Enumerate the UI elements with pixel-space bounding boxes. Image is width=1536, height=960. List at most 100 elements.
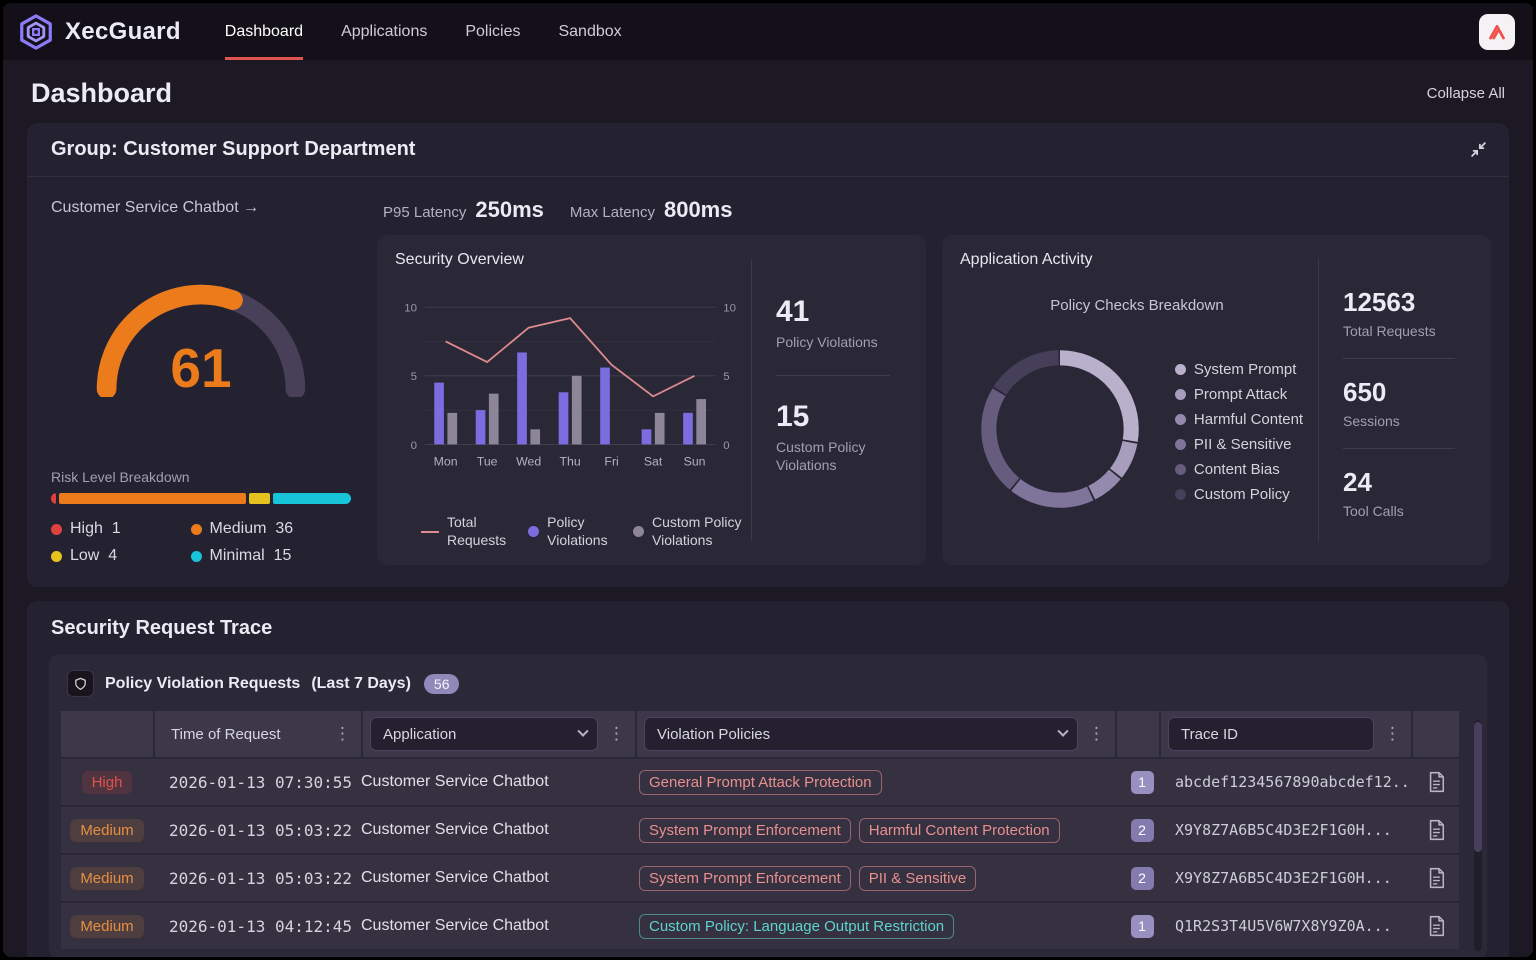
severity-badge: Medium (70, 819, 143, 842)
table-scrollbar (1474, 720, 1482, 951)
risk-gauge: 61 (83, 269, 319, 402)
collapse-all-button[interactable]: Collapse All (1427, 85, 1505, 102)
svg-text:10: 10 (404, 303, 417, 315)
legend-item: Total Requests (421, 514, 506, 549)
header-trace-id: Trace ID ⋮ (1161, 711, 1411, 757)
account-logo-icon (1484, 19, 1510, 45)
policy-chip: Custom Policy: Language Output Restricti… (639, 914, 954, 939)
header-policies: Violation Policies ⋮ (637, 711, 1115, 757)
policy-chip: System Prompt Enforcement (639, 866, 851, 891)
nav-item-policies[interactable]: Policies (465, 3, 520, 60)
policy-checks-donut (971, 340, 1149, 523)
document-icon[interactable] (1427, 819, 1446, 841)
document-icon[interactable] (1427, 915, 1446, 937)
arrow-right-icon: → (243, 199, 259, 216)
header-actions-cell (1413, 711, 1459, 757)
app-frame: XecGuard Dashboard Applications Policies Sa… (3, 3, 1533, 957)
trace-section-title: Security Request Trace (49, 617, 1487, 640)
donut-legend-item: Content Bias (1175, 461, 1303, 478)
policies-filter-select[interactable]: Violation Policies (644, 717, 1078, 751)
policies-cell: System Prompt Enforcement PII & Sensitive (631, 866, 1121, 891)
policies-menu-icon[interactable]: ⋮ (1078, 724, 1115, 744)
security-overview-chart: 00551010MonTueWedThuFriSatSun (395, 273, 747, 512)
policy-chip: System Prompt Enforcement (639, 818, 851, 843)
header-count-cell (1117, 711, 1159, 757)
violation-count-badge: 2 (1131, 819, 1154, 842)
application-cell: Customer Service Chatbot (359, 821, 631, 839)
table-row[interactable]: Medium 2026-01-13 04:12:45 Customer Serv… (61, 903, 1459, 949)
violations-stats: 41Policy Violations15Custom Policy Viola… (756, 251, 908, 549)
account-avatar[interactable] (1479, 14, 1515, 50)
violation-count-badge: 1 (1131, 915, 1154, 938)
legend-item: Policy Violations (528, 514, 611, 549)
risk-legend-item: Minimal 15 (191, 547, 351, 565)
application-cell: Customer Service Chatbot (359, 917, 631, 935)
nav-item-dashboard[interactable]: Dashboard (225, 3, 303, 60)
application-activity-card: Application Activity Policy Checks Break… (942, 235, 1491, 565)
scrollbar-thumb[interactable] (1474, 722, 1482, 852)
time-cell: 2026-01-13 04:12:45 (153, 917, 359, 936)
stat-block: 24Tool Calls (1343, 467, 1473, 520)
svg-text:5: 5 (411, 371, 417, 383)
table-row[interactable]: High 2026-01-13 07:30:55 Customer Servic… (61, 759, 1459, 805)
application-cell: Customer Service Chatbot (359, 773, 631, 791)
donut-title: Policy Checks Breakdown (960, 297, 1314, 314)
document-icon[interactable] (1427, 771, 1446, 793)
donut-legend: System PromptPrompt AttackHarmful Conten… (1175, 361, 1303, 503)
document-icon[interactable] (1427, 867, 1446, 889)
risk-breakdown-label: Risk Level Breakdown (51, 469, 351, 485)
application-cell: Customer Service Chatbot (359, 869, 631, 887)
stat-block: 41Policy Violations (776, 295, 908, 351)
table-row[interactable]: Medium 2026-01-13 05:03:22 Customer Serv… (61, 855, 1459, 901)
nav-item-applications[interactable]: Applications (341, 3, 427, 60)
chevron-down-icon (577, 726, 588, 737)
svg-text:Wed: Wed (516, 455, 541, 469)
collapse-group-icon[interactable] (1470, 141, 1487, 158)
group-title: Group: Customer Support Department (51, 138, 415, 161)
trace-id-cell: X9Y8Z7A6B5C4D3E2F1G0H... (1163, 869, 1413, 887)
donut-legend-item: PII & Sensitive (1175, 436, 1303, 453)
trace-id-box[interactable]: Trace ID (1168, 717, 1374, 751)
violation-requests-card: Policy Violation Requests (Last 7 Days) … (49, 654, 1487, 957)
severity-badge: Medium (70, 867, 143, 890)
security-overview-card: Security Overview 00551010MonTueWedThuFr… (377, 235, 926, 565)
application-filter-select[interactable]: Application (370, 717, 598, 751)
table-row[interactable]: Medium 2026-01-13 05:03:22 Customer Serv… (61, 807, 1459, 853)
time-cell: 2026-01-13 07:30:55 (153, 773, 359, 792)
risk-score: 61 (170, 337, 231, 397)
chevron-down-icon (1057, 726, 1068, 737)
svg-text:Thu: Thu (560, 455, 581, 469)
main-nav: Dashboard Applications Policies Sandbox (225, 3, 622, 60)
latency-row: P95 Latency 250ms Max Latency 800ms (377, 191, 1491, 235)
trace-id-menu-icon[interactable]: ⋮ (1374, 724, 1411, 744)
header-application: Application ⋮ (363, 711, 635, 757)
policy-chip: Harmful Content Protection (859, 818, 1060, 843)
time-menu-icon[interactable]: ⋮ (324, 724, 361, 744)
svg-text:10: 10 (723, 303, 736, 315)
trace-id-cell: X9Y8Z7A6B5C4D3E2F1G0H... (1163, 821, 1413, 839)
stat-block: 12563Total Requests (1343, 287, 1473, 340)
risk-legend-item: Low 4 (51, 547, 191, 565)
time-cell: 2026-01-13 05:03:22 (153, 869, 359, 888)
policy-chip: PII & Sensitive (859, 866, 977, 891)
violation-count-badge: 1 (1131, 771, 1154, 794)
application-menu-icon[interactable]: ⋮ (598, 724, 635, 744)
svg-text:Sun: Sun (684, 455, 706, 469)
application-link[interactable]: Customer Service Chatbot → (51, 199, 351, 217)
table-title: Policy Violation Requests (105, 675, 300, 693)
security-request-trace-panel: Security Request Trace Policy Violation … (27, 601, 1509, 957)
svg-text:0: 0 (723, 440, 729, 452)
risk-level-bar (51, 493, 351, 504)
risk-legend-item: Medium 36 (191, 520, 351, 538)
violation-count-badge: 2 (1131, 867, 1154, 890)
xecguard-logo-icon (17, 13, 55, 51)
risk-segment-minimal (273, 493, 351, 504)
legend-item: Custom Policy Violations (633, 514, 743, 549)
trace-id-cell: Q1R2S3T4U5V6W7X8Y9Z0A... (1163, 917, 1413, 935)
nav-item-sandbox[interactable]: Sandbox (558, 3, 621, 60)
severity-badge: Medium (70, 915, 143, 938)
donut-legend-item: System Prompt (1175, 361, 1303, 378)
brand-logo[interactable]: XecGuard (17, 3, 181, 60)
policy-chip: General Prompt Attack Protection (639, 770, 882, 795)
stat-block: 650Sessions (1343, 377, 1473, 430)
